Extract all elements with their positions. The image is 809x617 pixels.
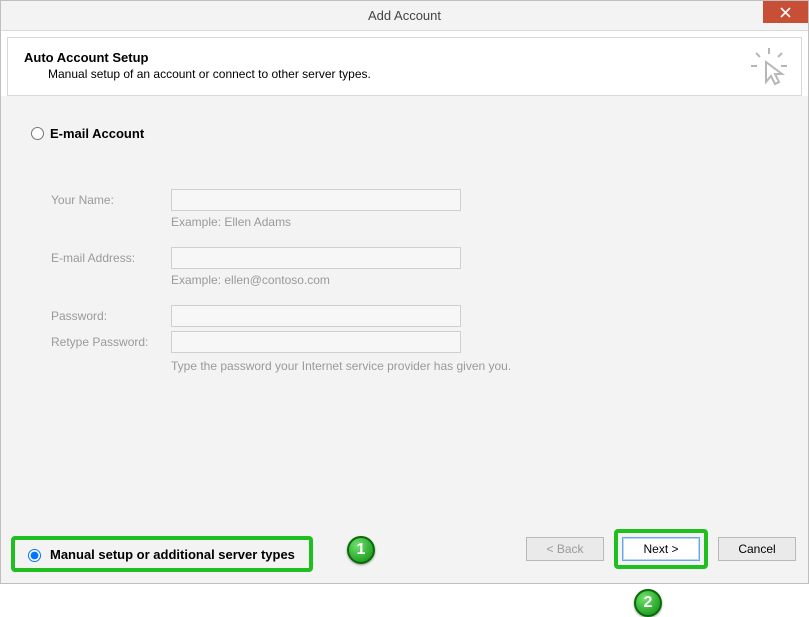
window-title: Add Account: [368, 8, 441, 23]
wizard-header: Auto Account Setup Manual setup of an ac…: [7, 37, 802, 96]
radio-manual-setup[interactable]: [28, 549, 41, 562]
cancel-button[interactable]: Cancel: [718, 537, 796, 561]
your-name-input: [171, 189, 461, 211]
password-input: [171, 305, 461, 327]
next-button-highlight: Next >: [614, 529, 708, 569]
your-name-label: Your Name:: [51, 193, 171, 207]
annotation-marker-2: 2: [634, 589, 662, 617]
email-address-hint: Example: ellen@contoso.com: [171, 273, 800, 287]
wizard-buttons: < Back Next > Cancel: [526, 529, 796, 569]
email-address-label: E-mail Address:: [51, 251, 171, 265]
radio-option-manual-highlight: Manual setup or additional server types: [11, 536, 313, 572]
retype-password-input: [171, 331, 461, 353]
titlebar: Add Account: [1, 1, 808, 31]
add-account-dialog: Add Account Auto Account Setup Manual se…: [0, 0, 809, 584]
radio-option-email[interactable]: E-mail Account: [9, 96, 800, 141]
close-icon: [780, 7, 791, 18]
password-label: Password:: [51, 309, 171, 323]
retype-password-label: Retype Password:: [51, 335, 171, 349]
password-hint: Type the password your Internet service …: [171, 359, 800, 373]
radio-manual-label: Manual setup or additional server types: [50, 547, 295, 562]
radio-email-account[interactable]: [31, 127, 44, 140]
email-address-input: [171, 247, 461, 269]
wizard-title: Auto Account Setup: [24, 50, 785, 65]
wizard-body: E-mail Account Your Name: Example: Ellen…: [1, 96, 808, 583]
email-form: Your Name: Example: Ellen Adams E-mail A…: [51, 189, 800, 373]
next-button[interactable]: Next >: [622, 537, 700, 561]
back-button: < Back: [526, 537, 604, 561]
close-button[interactable]: [763, 1, 808, 23]
click-cursor-icon: [751, 48, 787, 90]
annotation-marker-1: 1: [347, 536, 375, 564]
radio-email-label: E-mail Account: [50, 126, 144, 141]
wizard-subtitle: Manual setup of an account or connect to…: [48, 67, 785, 81]
your-name-hint: Example: Ellen Adams: [171, 215, 800, 229]
